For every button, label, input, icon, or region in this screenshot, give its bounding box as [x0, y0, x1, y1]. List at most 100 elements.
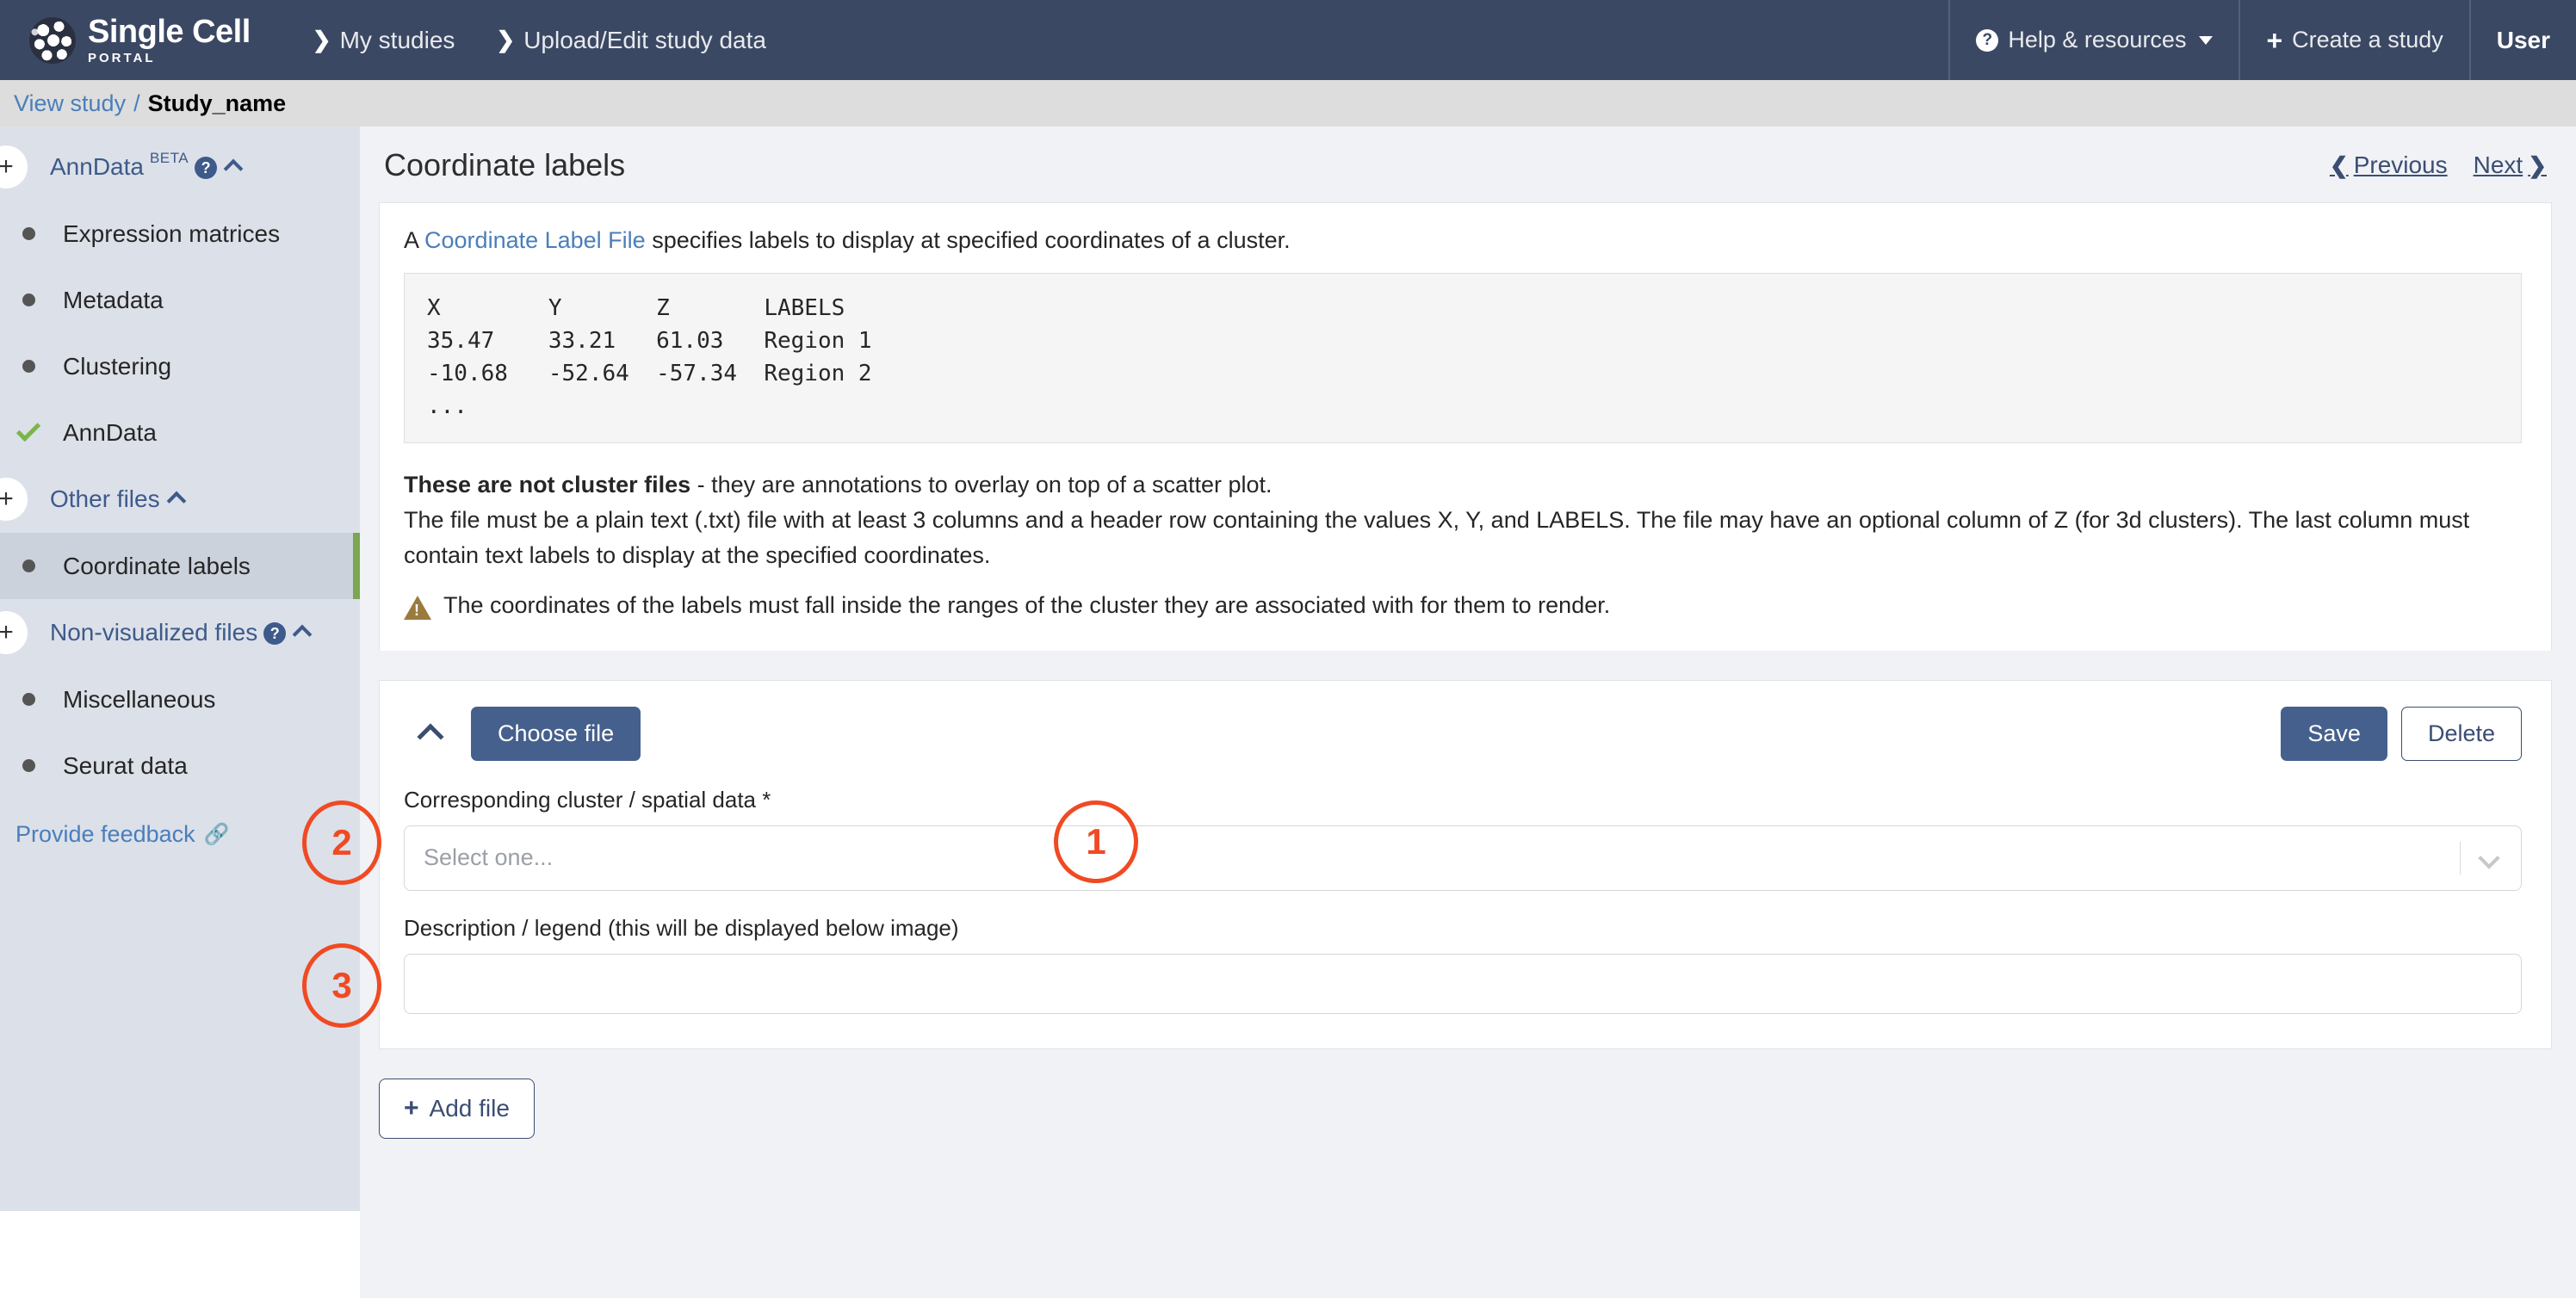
chevron-up-icon[interactable]	[166, 491, 186, 511]
top-navigation-bar: Single Cell PORTAL ❯ My studies ❯ Upload…	[0, 0, 2576, 80]
add-file-label: Add file	[429, 1094, 510, 1122]
sidebar-group-anndata-header[interactable]: AnnData BETA ?	[50, 150, 244, 181]
cluster-field-group: Corresponding cluster / spatial data * S…	[404, 787, 2522, 891]
breadcrumb: View study / Study_name	[0, 80, 2576, 127]
intro-suffix: specifies labels to display at specified…	[645, 227, 1291, 253]
nav-link-my-studies-label: My studies	[339, 26, 455, 53]
next-label: Next	[2473, 151, 2523, 178]
sidebar-item-label: Seurat data	[63, 751, 188, 779]
bullet-icon	[22, 294, 35, 306]
create-a-study-button[interactable]: + Create a study	[2239, 0, 2468, 80]
bullet-icon	[22, 360, 35, 373]
nav-right-group: ? Help & resources + Create a study User	[1948, 0, 2576, 80]
sidebar-item-anndata[interactable]: AnnData	[0, 399, 360, 466]
description-input[interactable]	[404, 953, 2522, 1014]
add-anndata-button[interactable]: +	[0, 145, 28, 189]
sidebar-item-label: Coordinate labels	[63, 552, 251, 579]
create-a-study-label: Create a study	[2292, 27, 2443, 53]
sidebar-group-non-visualized-label: Non-visualized files	[50, 619, 258, 646]
sidebar-item-label: Metadata	[63, 286, 164, 313]
previous-link[interactable]: ❮ Previous	[2330, 151, 2448, 179]
sidebar-item-label: AnnData	[63, 418, 157, 446]
question-mark-icon: ?	[1976, 28, 1999, 52]
bullet-icon	[22, 227, 35, 240]
check-icon-wrapper	[15, 417, 41, 442]
breadcrumb-study-name: Study_name	[147, 90, 287, 116]
form-action-buttons: Save Delete	[2281, 706, 2522, 761]
primary-nav-links: ❯ My studies ❯ Upload/Edit study data	[292, 27, 787, 54]
select-divider	[2460, 841, 2461, 875]
annotation-marker-3: 3	[302, 943, 381, 1028]
help-icon[interactable]: ?	[263, 622, 287, 645]
sidebar-item-seurat-data[interactable]: Seurat data	[0, 732, 360, 799]
chevron-right-icon: ❯	[496, 27, 516, 53]
sidebar-item-metadata[interactable]: Metadata	[0, 267, 360, 333]
sidebar-group-anndata: + AnnData BETA ?	[0, 133, 360, 201]
sidebar-item-label: Expression matrices	[63, 219, 281, 247]
brand-title: Single Cell	[88, 14, 251, 50]
add-file-wrapper: + Add file	[360, 1049, 2576, 1139]
sidebar-item-expression-matrices[interactable]: Expression matrices	[0, 201, 360, 267]
paragraph-file-requirements: The file must be a plain text (.txt) fil…	[404, 506, 2470, 568]
sidebar-group-other-files-header[interactable]: Other files	[50, 485, 186, 513]
annotation-marker-1: 1	[1054, 800, 1138, 883]
sidebar-item-label: Miscellaneous	[63, 685, 216, 713]
intro-sentence: A Coordinate Label File specifies labels…	[404, 227, 2522, 254]
sidebar-group-non-visualized-header[interactable]: Non-visualized files ?	[50, 619, 313, 646]
nav-link-upload-edit-study-data[interactable]: ❯ Upload/Edit study data	[475, 27, 787, 54]
cluster-select-placeholder: Select one...	[424, 844, 554, 871]
sidebar-group-other-files: + Other files	[0, 466, 360, 533]
description-field-group: Description / legend (this will be displ…	[404, 915, 2522, 1014]
chevron-down-icon[interactable]	[2478, 847, 2500, 869]
main-content: Coordinate labels ❮ Previous Next ❯ A Coor…	[360, 127, 2576, 1298]
sidebar-group-anndata-label: AnnData	[50, 153, 144, 180]
info-card: A Coordinate Label File specifies labels…	[379, 202, 2552, 651]
add-non-visualized-file-button[interactable]: +	[0, 611, 28, 654]
page-header: Coordinate labels ❮ Previous Next ❯	[360, 127, 2576, 202]
chevron-up-icon[interactable]	[417, 723, 444, 751]
intro-prefix: A	[404, 227, 425, 253]
breadcrumb-view-study-link[interactable]: View study	[14, 90, 126, 117]
bullet-icon	[22, 559, 35, 572]
chevron-down-icon	[2199, 35, 2214, 45]
chevron-left-icon: ❮	[2329, 151, 2349, 178]
warning-triangle-icon	[404, 595, 431, 620]
annotation-marker-2: 2	[302, 800, 381, 885]
sidebar-item-clustering[interactable]: Clustering	[0, 333, 360, 399]
form-fields: Corresponding cluster / spatial data * S…	[380, 787, 2551, 1014]
beta-badge: BETA	[149, 150, 189, 166]
previous-label: Previous	[2353, 151, 2448, 178]
bullet-icon	[22, 759, 35, 772]
page-title: Coordinate labels	[384, 147, 626, 182]
user-menu[interactable]: User	[2468, 0, 2576, 80]
delete-button[interactable]: Delete	[2400, 706, 2522, 761]
sidebar-item-miscellaneous[interactable]: Miscellaneous	[0, 666, 360, 732]
check-icon	[15, 417, 41, 442]
chevron-up-icon[interactable]	[292, 624, 313, 645]
save-button[interactable]: Save	[2281, 706, 2387, 761]
add-file-button[interactable]: + Add file	[379, 1078, 535, 1139]
chevron-right-icon: ❯	[2528, 151, 2547, 178]
brand-logo-group[interactable]: Single Cell PORTAL	[0, 15, 251, 65]
warning-note: The coordinates of the labels must fall …	[404, 592, 2522, 620]
add-other-file-button[interactable]: +	[0, 478, 28, 521]
plus-icon: +	[2266, 24, 2283, 56]
sidebar-item-coordinate-labels[interactable]: Coordinate labels	[0, 533, 360, 599]
coordinate-label-file-link[interactable]: Coordinate Label File	[424, 227, 646, 253]
paragraph-bold-lead: These are not cluster files	[404, 471, 691, 498]
coordinate-label-file-form: Choose file Save Delete Corresponding cl…	[379, 679, 2552, 1049]
help-icon[interactable]: ?	[195, 157, 218, 179]
chevron-up-icon[interactable]	[223, 158, 244, 179]
chevron-right-icon: ❯	[312, 27, 331, 53]
pager: ❮ Previous Next ❯	[2330, 151, 2547, 179]
choose-file-button[interactable]: Choose file	[471, 706, 641, 761]
provide-feedback-label: Provide feedback	[15, 821, 195, 847]
brand-subtitle: PORTAL	[88, 51, 156, 65]
next-link[interactable]: Next ❯	[2474, 151, 2547, 179]
external-link-icon: 🔗	[203, 823, 230, 846]
cluster-select[interactable]: Select one...	[404, 825, 2522, 891]
sidebar: + AnnData BETA ? Expression matrices Met…	[0, 127, 360, 1211]
nav-link-my-studies[interactable]: ❯ My studies	[292, 27, 476, 54]
help-and-resources-menu[interactable]: ? Help & resources	[1948, 0, 2239, 80]
code-sample: X Y Z LABELS 35.47 33.21 61.03 Region 1 …	[404, 273, 2522, 443]
